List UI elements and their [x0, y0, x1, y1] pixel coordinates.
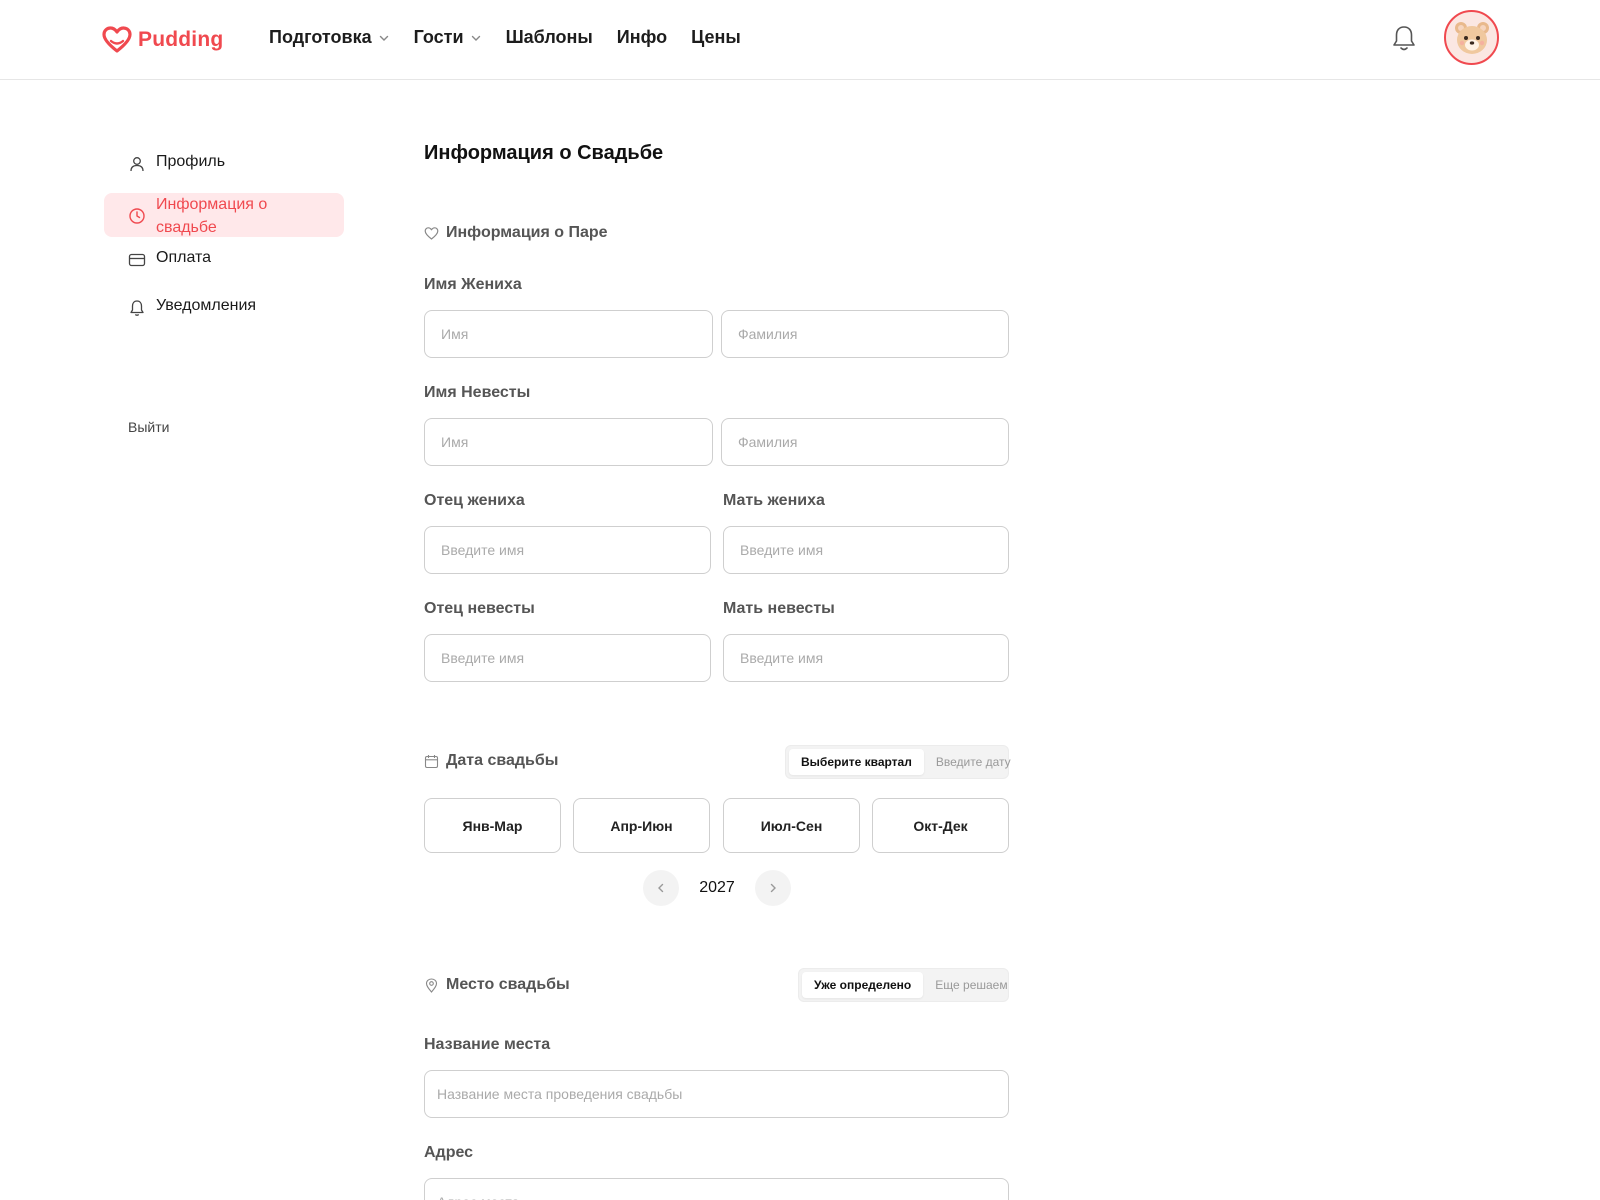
sidebar: Профиль Информация о свадьбе Оплата Увед… — [104, 145, 344, 337]
chevron-left-icon — [658, 883, 664, 893]
bride-mother-label: Мать невесты — [723, 600, 835, 617]
card-icon — [128, 253, 146, 267]
section-title: Дата свадьбы — [446, 752, 559, 769]
user-icon — [130, 157, 144, 172]
venue-section-header: Место свадьбы — [424, 976, 570, 994]
calendar-icon — [424, 754, 439, 768]
nav-item-info[interactable]: Инфо — [617, 27, 667, 48]
date-section-header: Дата свадьбы — [424, 752, 558, 770]
quarter-button[interactable]: Апр-Июн — [573, 798, 710, 853]
bride-name-label: Имя Невесты — [424, 384, 531, 401]
sidebar-item-payment[interactable]: Оплата — [104, 241, 344, 285]
next-year-button[interactable] — [755, 870, 791, 906]
quarter-button[interactable]: Июл-Сен — [723, 798, 860, 853]
toggle-option-decided[interactable]: Уже определено — [802, 972, 924, 998]
logout-link[interactable]: Выйти — [128, 419, 169, 435]
toggle-option-quarter[interactable]: Выберите квартал — [789, 749, 924, 775]
bride-first-name-input[interactable] — [424, 418, 713, 466]
chevron-right-icon — [770, 883, 776, 893]
nav-item-label: Подготовка — [269, 27, 372, 47]
sidebar-item-wedding-info[interactable]: Информация о свадьбе — [104, 193, 344, 237]
nav-item-label: Гости — [413, 27, 464, 47]
quarter-button[interactable]: Янв-Мар — [424, 798, 561, 853]
year-selector: 2027 — [643, 870, 791, 906]
avatar[interactable] — [1444, 10, 1499, 65]
nav-item-preparation[interactable]: Подготовка — [269, 27, 390, 48]
prev-year-button[interactable] — [643, 870, 679, 906]
toggle-option-deciding[interactable]: Еще решаем — [923, 972, 1019, 998]
nav-item-guests[interactable]: Гости — [414, 27, 482, 48]
venue-name-label: Название места — [424, 1036, 551, 1053]
section-title: Место свадьбы — [446, 976, 570, 993]
location-pin-icon — [425, 977, 438, 993]
heart-icon — [424, 226, 439, 240]
groom-mother-input[interactable] — [723, 526, 1009, 574]
groom-last-name-input[interactable] — [721, 310, 1009, 358]
heart-logo-icon — [102, 26, 132, 53]
bear-avatar-icon — [1454, 21, 1489, 54]
groom-father-label: Отец жениха — [424, 492, 525, 509]
clock-icon — [129, 208, 145, 224]
sidebar-item-label: Информация о свадьбе — [156, 196, 268, 236]
groom-name-label: Имя Жениха — [424, 276, 522, 293]
nav-item-prices[interactable]: Цены — [691, 27, 741, 48]
bride-father-label: Отец невесты — [424, 600, 535, 617]
nav-item-label: Цены — [691, 27, 741, 47]
bell-icon[interactable] — [1390, 24, 1418, 54]
brand-logo[interactable]: Pudding — [102, 24, 223, 56]
bride-mother-input[interactable] — [723, 634, 1009, 682]
nav-item-label: Инфо — [616, 27, 668, 47]
year-value: 2027 — [699, 879, 735, 896]
groom-first-name-input[interactable] — [424, 310, 713, 358]
quarter-button[interactable]: Окт-Дек — [872, 798, 1009, 853]
chevron-down-icon — [471, 35, 480, 41]
toggle-option-date[interactable]: Введите дату — [924, 749, 1023, 775]
sidebar-item-label: Оплата — [156, 249, 212, 266]
brand-name: Pudding — [138, 28, 224, 51]
groom-mother-label: Мать жениха — [723, 492, 825, 509]
address-input[interactable] — [424, 1178, 1009, 1200]
couple-section-header: Информация о Паре — [424, 224, 608, 242]
main-nav: Подготовка Гости Шаблоны Инфо Цены — [269, 27, 765, 48]
venue-name-input[interactable] — [424, 1070, 1009, 1118]
chevron-down-icon — [379, 35, 388, 41]
date-mode-toggle: Выберите квартал Введите дату — [785, 745, 1011, 779]
page-title: Информация о Свадьбе — [424, 142, 664, 164]
top-header: Pudding Подготовка Гости Шаблоны Инфо Це… — [0, 0, 1600, 80]
sidebar-item-notifications[interactable]: Уведомления — [104, 289, 344, 333]
venue-mode-toggle: Уже определено Еще решаем — [798, 968, 1009, 1002]
sidebar-item-label: Уведомления — [156, 297, 257, 314]
nav-item-templates[interactable]: Шаблоны — [506, 27, 593, 48]
bell-icon — [130, 300, 144, 316]
sidebar-item-profile[interactable]: Профиль — [104, 145, 344, 189]
sidebar-item-label: Профиль — [156, 153, 226, 170]
section-title: Информация о Паре — [446, 224, 608, 241]
bride-last-name-input[interactable] — [721, 418, 1009, 466]
bride-father-input[interactable] — [424, 634, 711, 682]
address-label: Адрес — [424, 1144, 474, 1161]
nav-item-label: Шаблоны — [505, 27, 593, 47]
groom-father-input[interactable] — [424, 526, 711, 574]
